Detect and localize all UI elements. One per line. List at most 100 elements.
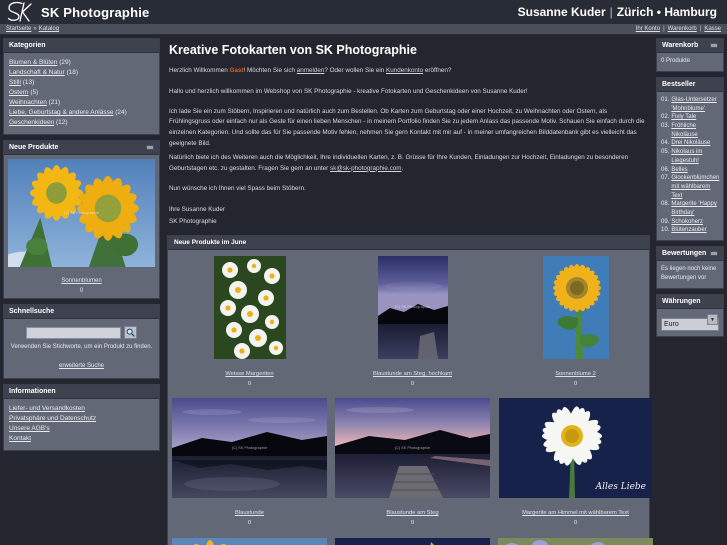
- bestseller-link[interactable]: Fixiy Tale: [671, 113, 696, 122]
- product-link[interactable]: Blaustunde am Steg: [386, 510, 438, 516]
- currency-select[interactable]: Euro: [661, 318, 719, 331]
- lake-portrait-photo: [377, 255, 448, 359]
- breadcrumb: Startseite» Katalog: [6, 26, 59, 32]
- bestseller-link[interactable]: Glas-Untersetzer 'Mohnblume': [671, 96, 719, 113]
- collapse-icon[interactable]: [710, 43, 718, 48]
- bestseller-item[interactable]: 06. Belles: [661, 166, 719, 175]
- product-image[interactable]: (C) SK Photographie Alles Liebe: [499, 398, 652, 499]
- breadcrumb-catalog[interactable]: Katalog: [39, 26, 59, 32]
- product-link[interactable]: Blaustunde am Steg, hochkant: [373, 371, 452, 377]
- category-link[interactable]: Stilll: [9, 79, 21, 86]
- signature: Ihre Susanne Kuder SK Photographie: [169, 204, 649, 227]
- info-link-contact[interactable]: Kontakt: [9, 434, 154, 444]
- new-products-title: Neue Produkte: [9, 144, 59, 152]
- product-cell: (C) SK Photographie: [331, 532, 494, 545]
- new-products-grid: Weisse Margeriten 0 (C) SK Photographie …: [168, 250, 653, 545]
- category-item[interactable]: Liebe, Geburtstag & andere Anlässe (24): [9, 108, 154, 118]
- sunflower-macro-photo: [335, 538, 490, 545]
- product-image[interactable]: [542, 255, 609, 359]
- product-image[interactable]: (C) SK Photographie: [377, 255, 448, 359]
- bestseller-item[interactable]: 01. Glas-Untersetzer 'Mohnblume': [661, 96, 719, 113]
- sidebar-product-image[interactable]: (C) SK Photographie: [8, 159, 155, 268]
- card-overlay-text: Alles Liebe: [595, 482, 646, 493]
- info-link-privacy[interactable]: Privatsphäre und Datenschutz: [9, 414, 154, 424]
- reviews-body: Es liegen noch keine Bewertungen vor: [657, 261, 723, 288]
- bestseller-link[interactable]: Glockenblümchen mit wählbarem Text: [671, 174, 719, 200]
- login-link[interactable]: anmelden: [297, 67, 325, 74]
- bestseller-item[interactable]: 10. Blütenzauber: [661, 226, 719, 235]
- bestseller-item[interactable]: 04. Drei Nikoläuse: [661, 139, 719, 148]
- product-link[interactable]: Blaustunde: [235, 510, 264, 516]
- cart-title: Warenkorb: [662, 42, 699, 49]
- product-image[interactable]: (C) SK Photographie: [335, 398, 490, 499]
- category-item[interactable]: Ostern (5): [9, 88, 154, 98]
- search-button[interactable]: [124, 326, 137, 340]
- category-item[interactable]: Blumen & Blüten (29): [9, 58, 154, 68]
- bestseller-link[interactable]: Margerite 'Happy Birthday': [671, 200, 719, 217]
- bestseller-item[interactable]: 03. Fröhliche Nikoläuse: [661, 122, 719, 139]
- link-checkout[interactable]: Kasse: [704, 26, 721, 32]
- product-cell: (C) SK Photographie Blaustunde 0: [168, 392, 331, 532]
- body2-end: .: [401, 164, 404, 172]
- create-account-link[interactable]: Kundenkonto: [386, 67, 423, 74]
- bestseller-item[interactable]: 02. Fixiy Tale: [661, 113, 719, 122]
- category-link[interactable]: Liebe, Geburtstag & andere Anlässe: [9, 109, 113, 116]
- bestseller-link[interactable]: Schokoherz: [671, 218, 703, 227]
- bestseller-rank: 04.: [661, 140, 670, 147]
- category-link[interactable]: Blumen & Blüten: [9, 59, 57, 66]
- email-link[interactable]: sk@sk-photographie.com: [330, 165, 402, 172]
- info-link-terms[interactable]: Unsere AGB's: [9, 424, 154, 434]
- owner-cities: Zürich • Hamburg: [616, 5, 717, 19]
- collapse-icon[interactable]: [710, 251, 718, 256]
- category-link[interactable]: Geschenkideen: [9, 119, 54, 126]
- product-image[interactable]: (C) SK Photographie: [335, 538, 490, 545]
- advanced-search-link[interactable]: erweiterte Suche: [59, 363, 104, 369]
- product-link[interactable]: Margerite am Himmel mit wählbarem Text: [522, 510, 629, 516]
- category-count: (13): [22, 79, 35, 87]
- site-header: SK Photographie Susanne Kuder | Zürich • H…: [0, 0, 727, 24]
- link-my-account[interactable]: Ihr Konto: [636, 26, 660, 32]
- product-image[interactable]: [213, 255, 286, 359]
- bestseller-item[interactable]: 09. Schokoherz: [661, 218, 719, 227]
- brand[interactable]: SK Photographie: [6, 1, 149, 23]
- bestseller-link[interactable]: Nikolaus im Liegestuhl: [671, 148, 719, 165]
- body-paragraph-3: Nun wünsche ich Ihnen viel Spass beim St…: [169, 184, 306, 192]
- product-image[interactable]: (C) SK Photographie: [172, 398, 327, 499]
- product-image[interactable]: [498, 538, 653, 545]
- category-item[interactable]: Geschenkideen (12): [9, 118, 154, 128]
- account-links: Ihr Konto | Warenkorb | Kasse: [636, 26, 721, 32]
- quick-search-title: Schnellsuche: [9, 308, 55, 316]
- breadcrumb-home[interactable]: Startseite: [6, 26, 31, 32]
- category-item[interactable]: Landschaft & Natur (18): [9, 68, 154, 78]
- info-link-shipping[interactable]: Liefer- und Versandkosten: [9, 404, 154, 414]
- product-link[interactable]: Sonnenblume 2: [555, 371, 596, 377]
- bestseller-item[interactable]: 08. Margerite 'Happy Birthday': [661, 200, 719, 217]
- account-separator-1: |: [663, 26, 665, 32]
- sidebar-product-link[interactable]: Sonnenblumen: [61, 278, 101, 284]
- signature-name: Ihre Susanne Kuder: [169, 206, 226, 214]
- product-image[interactable]: (C) SK Photographie: [172, 538, 327, 545]
- lake-wide-photo: [172, 398, 327, 499]
- page-layout: Kategorien Blumen & Blüten (29) Landscha…: [0, 35, 727, 545]
- bestseller-link[interactable]: Fröhliche Nikoläuse: [671, 122, 719, 139]
- bestseller-item[interactable]: 07. Glockenblümchen mit wählbarem Text: [661, 174, 719, 200]
- product-cell: (C) SK Photographie Blaustunde am Steg 0: [331, 392, 494, 532]
- category-link[interactable]: Ostern: [9, 89, 29, 96]
- bestseller-rank: 07.: [661, 175, 670, 182]
- bestseller-link[interactable]: Drei Nikoläuse: [671, 139, 710, 148]
- search-input[interactable]: [26, 326, 121, 339]
- signature-company: SK Photographie: [169, 218, 217, 226]
- welcome-prefix: Herzlich Willkommen: [169, 67, 230, 74]
- category-link[interactable]: Landschaft & Natur: [9, 69, 65, 76]
- link-cart[interactable]: Warenkorb: [668, 26, 697, 32]
- product-link[interactable]: Weisse Margeriten: [225, 371, 273, 377]
- bestseller-item[interactable]: 05. Nikolaus im Liegestuhl: [661, 148, 719, 165]
- collapse-icon[interactable]: [146, 145, 154, 151]
- reviews-title: Bewertungen: [662, 250, 707, 257]
- category-item[interactable]: Stilll (13): [9, 78, 154, 88]
- category-item[interactable]: Weihnachten (21): [9, 98, 154, 108]
- category-link[interactable]: Weihnachten: [9, 99, 47, 106]
- product-cell: Sonnenblume 2 0: [494, 250, 657, 393]
- bestseller-link[interactable]: Belles: [671, 166, 687, 175]
- bestseller-link[interactable]: Blütenzauber: [671, 226, 706, 235]
